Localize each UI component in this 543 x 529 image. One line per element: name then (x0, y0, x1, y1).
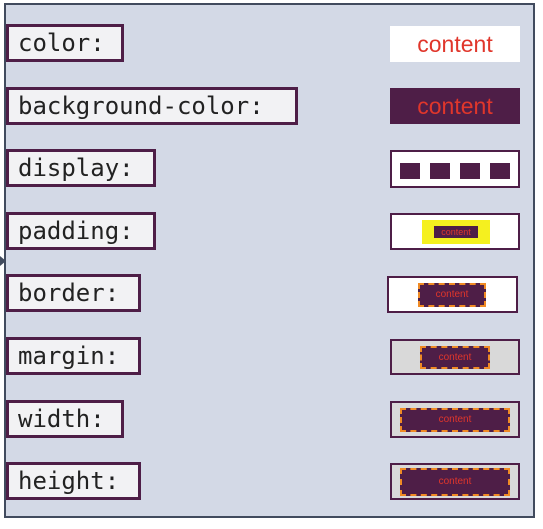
label-width: width: (6, 400, 124, 438)
demo-color: content (390, 26, 520, 62)
margin-content: content (420, 346, 490, 369)
label-padding: padding: (6, 212, 156, 250)
demo-color-text: content (417, 31, 493, 57)
demo-background-color-text: content (417, 93, 493, 119)
demo-padding: content (390, 213, 520, 250)
demo-height: content (390, 463, 520, 500)
display-block-2 (430, 163, 450, 179)
demo-width: content (390, 401, 520, 438)
label-margin: margin: (6, 337, 141, 375)
display-block-4 (490, 163, 510, 179)
demo-background-color: content (390, 88, 520, 124)
demo-border: content (387, 276, 518, 313)
border-content: content (418, 283, 486, 307)
display-block-3 (460, 163, 480, 179)
label-height: height: (6, 462, 141, 500)
label-border: border: (6, 274, 141, 312)
display-block-1 (400, 163, 420, 179)
demo-margin: content (390, 339, 520, 375)
demo-display (390, 150, 520, 188)
width-content: content (400, 408, 510, 432)
label-color: color: (6, 24, 124, 62)
label-display: display: (6, 149, 156, 187)
label-background-color: background-color: (6, 87, 298, 125)
css-properties-panel (4, 3, 535, 518)
height-content: content (400, 468, 510, 496)
padding-area: content (422, 220, 490, 244)
padding-content: content (434, 226, 478, 238)
pointer-arrow-icon (0, 256, 6, 266)
